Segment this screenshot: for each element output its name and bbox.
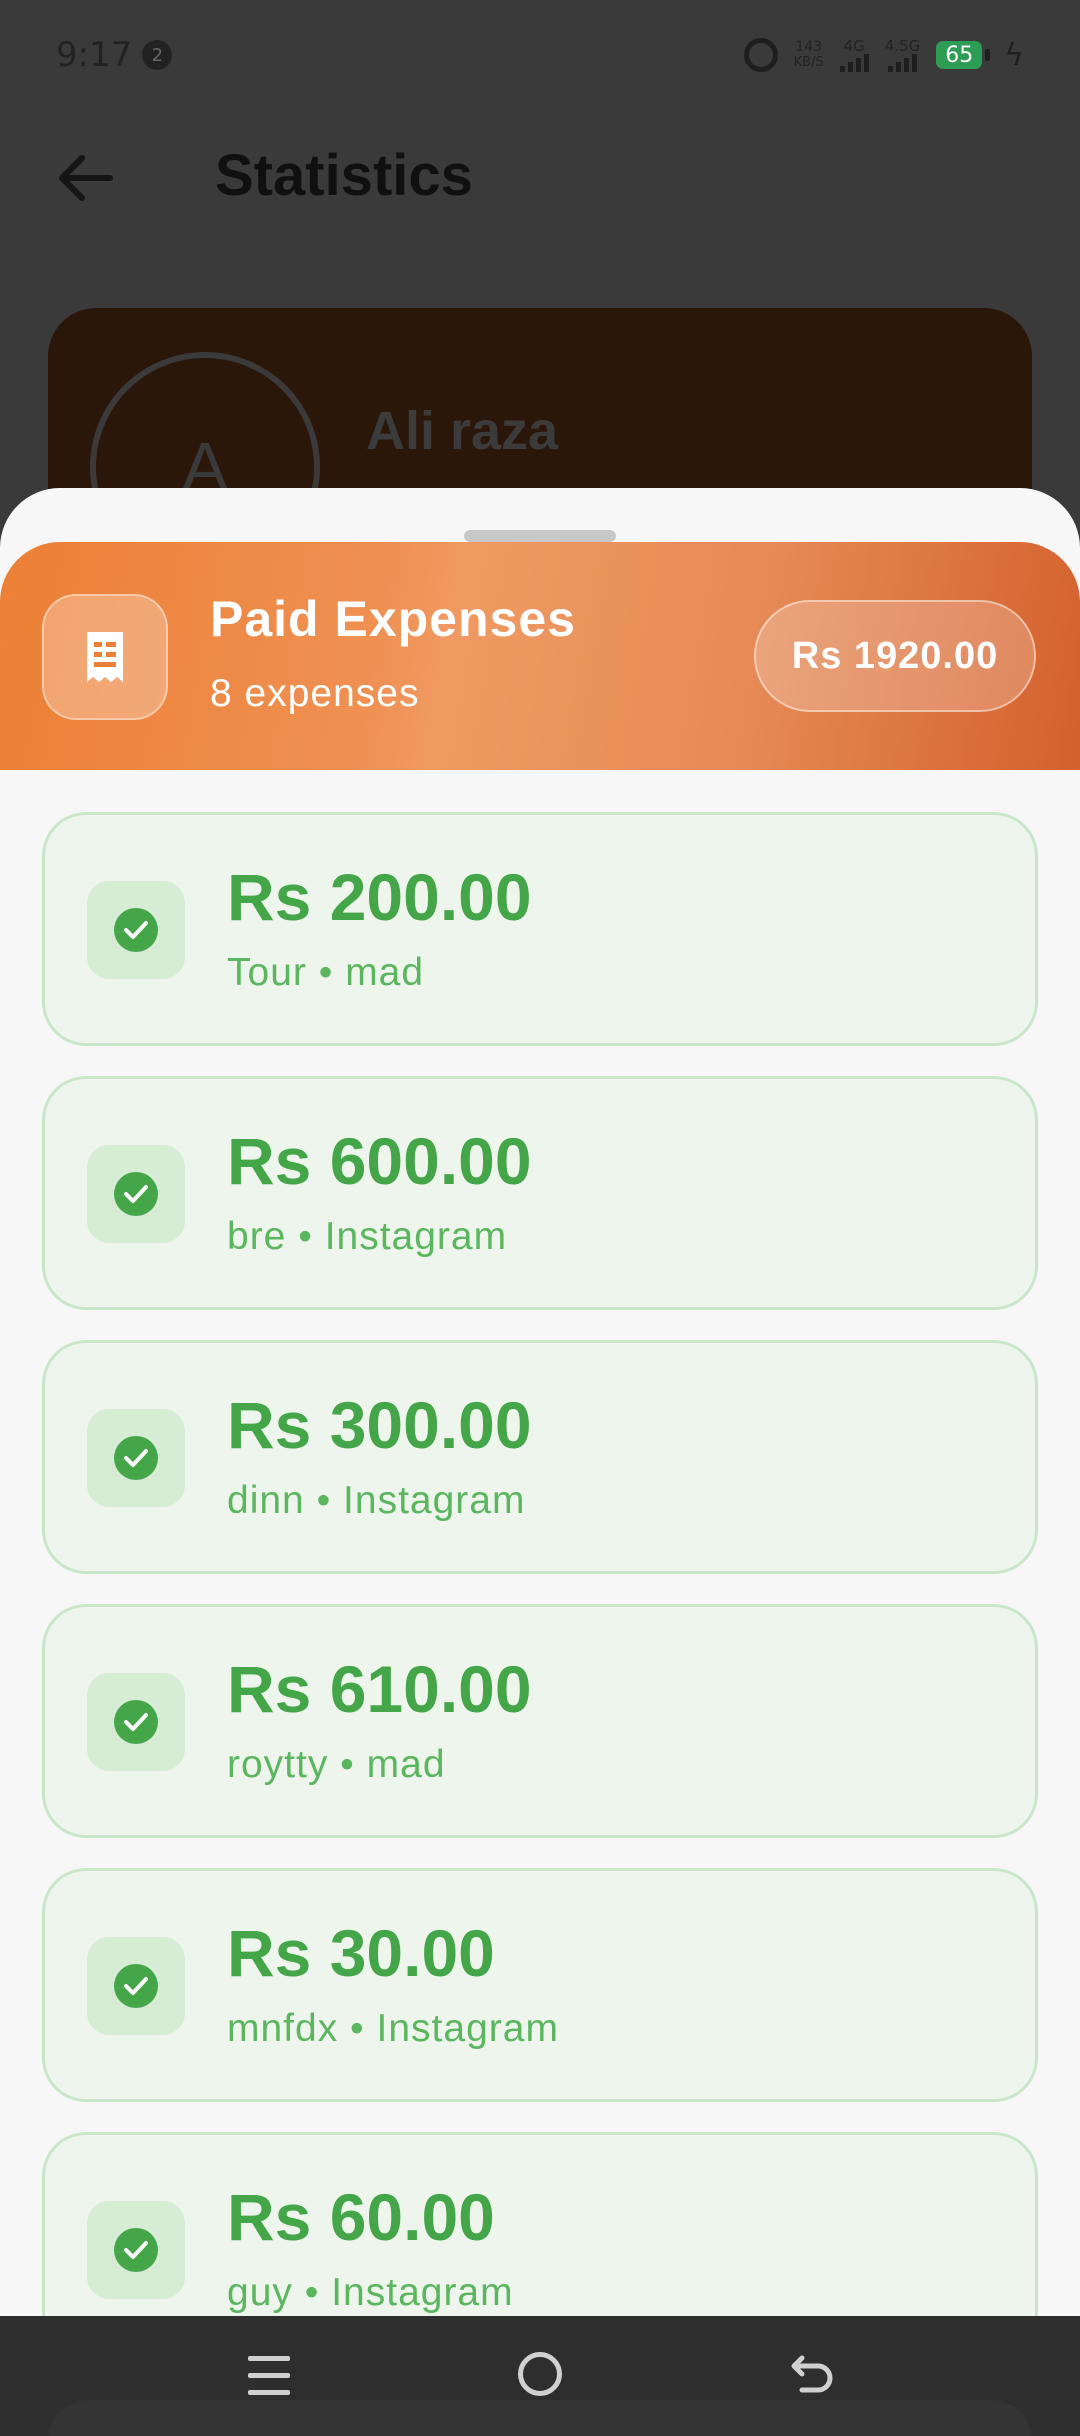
check-icon <box>114 1436 158 1480</box>
expense-item[interactable]: Rs 610.00 roytty • mad <box>42 1604 1038 1838</box>
signal-sim2: 4.5G <box>885 38 920 72</box>
expense-count: 8 expenses <box>210 672 420 715</box>
paid-check-box <box>87 2201 185 2299</box>
sheet-title: Paid Expenses <box>210 591 576 647</box>
network-speed: 143 KB/S <box>793 39 824 71</box>
sim2-label: 4.5G <box>884 37 921 55</box>
signal-bars-icon <box>839 54 869 72</box>
status-icons: 143 KB/S 4G 4.5G 65 ϟ <box>743 37 1024 73</box>
receipt-icon-box <box>42 594 168 720</box>
signal-bars-icon <box>887 54 917 72</box>
recents-menu-icon[interactable] <box>248 2356 290 2398</box>
paid-check-box <box>87 1145 185 1243</box>
drag-handle[interactable] <box>464 530 616 542</box>
expense-amount: Rs 610.00 <box>227 1652 532 1726</box>
battery-icon: 65 <box>936 41 991 69</box>
paid-check-box <box>87 1673 185 1771</box>
total-amount-badge: Rs 1920.00 <box>754 600 1036 712</box>
home-circle-icon[interactable] <box>518 2352 562 2396</box>
alarm-icon <box>743 38 778 72</box>
back-arrow-icon[interactable] <box>50 148 120 208</box>
expense-item[interactable]: Rs 30.00 mnfdx • Instagram <box>42 1868 1038 2102</box>
network-speed-unit: KB/S <box>793 55 824 70</box>
check-icon <box>114 2228 158 2272</box>
system-nav-bar <box>0 2316 1080 2436</box>
expense-amount: Rs 300.00 <box>227 1388 532 1462</box>
expense-amount: Rs 200.00 <box>227 860 532 934</box>
expense-amount: Rs 600.00 <box>227 1124 532 1198</box>
check-icon <box>114 1172 158 1216</box>
paid-check-box <box>87 881 185 979</box>
profile-name: Ali raza <box>366 401 559 461</box>
page-title: Statistics <box>215 143 473 208</box>
next-card-peek <box>48 2400 1032 2436</box>
app-header: Statistics <box>0 120 1080 235</box>
paid-expenses-sheet[interactable]: Paid Expenses 8 expenses Rs 1920.00 Rs 2… <box>0 488 1080 2436</box>
paid-check-box <box>87 1409 185 1507</box>
expense-meta: bre • Instagram <box>227 1215 508 1258</box>
expense-meta: Tour • mad <box>227 951 425 994</box>
sim1-label: 4G <box>843 37 865 55</box>
sheet-header: Paid Expenses 8 expenses Rs 1920.00 <box>0 542 1080 770</box>
expense-meta: guy • Instagram <box>227 2271 514 2314</box>
status-bar: 9:17 2 143 KB/S 4G 4.5G 65 ϟ <box>0 0 1080 110</box>
expense-meta: mnfdx • Instagram <box>227 2007 559 2050</box>
expense-amount: Rs 30.00 <box>227 1916 495 1990</box>
check-icon <box>114 1964 158 2008</box>
expense-item[interactable]: Rs 200.00 Tour • mad <box>42 812 1038 1046</box>
signal-sim1: 4G <box>839 37 869 72</box>
nav-back-icon[interactable] <box>788 2350 836 2398</box>
expense-meta: roytty • mad <box>227 1743 446 1786</box>
status-time: 9:17 <box>56 35 133 75</box>
check-icon <box>114 1700 158 1744</box>
expense-item[interactable]: Rs 300.00 dinn • Instagram <box>42 1340 1038 1574</box>
receipt-icon <box>87 632 123 682</box>
notification-count-badge: 2 <box>142 40 173 70</box>
charging-icon: ϟ <box>1004 37 1024 73</box>
expense-item[interactable]: Rs 600.00 bre • Instagram <box>42 1076 1038 1310</box>
expense-amount: Rs 60.00 <box>227 2180 495 2254</box>
network-speed-value: 143 <box>795 39 823 55</box>
expense-meta: dinn • Instagram <box>227 1479 526 1522</box>
check-icon <box>114 908 158 952</box>
expense-list: Rs 200.00 Tour • mad Rs 600.00 bre • Ins… <box>42 812 1038 2396</box>
paid-check-box <box>87 1937 185 2035</box>
